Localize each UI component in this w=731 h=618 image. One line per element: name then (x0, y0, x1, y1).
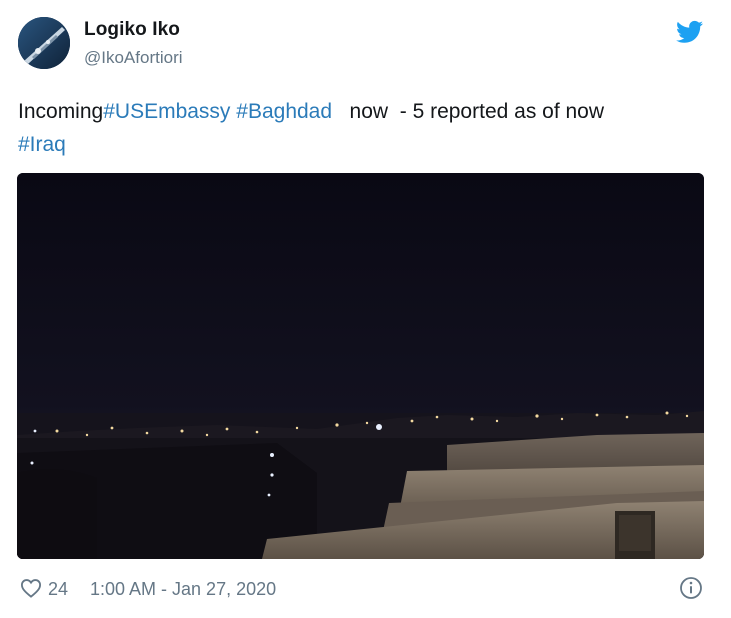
tweet-text-part: Incoming (18, 100, 104, 123)
like-count[interactable]: 24 (48, 579, 68, 600)
tweet-media-video[interactable] (17, 173, 704, 559)
hashtag-link[interactable]: #USEmbassy (103, 100, 230, 123)
display-name[interactable]: Logiko Iko (84, 19, 180, 41)
user-handle[interactable]: @IkoAfortiori (84, 48, 183, 68)
tweet-footer: 24 1:00 AM - Jan 27, 2020 (18, 575, 708, 603)
info-icon[interactable] (679, 576, 703, 600)
night-city-skyline-image (17, 173, 704, 559)
tweet-text-part: now - 5 reported as of now (332, 100, 605, 123)
tweet-timestamp[interactable]: 1:00 AM - Jan 27, 2020 (90, 579, 276, 600)
heart-icon[interactable] (20, 578, 42, 598)
hashtag-link[interactable]: #Iraq (18, 133, 66, 156)
avatar[interactable] (18, 17, 70, 69)
avatar-image (18, 17, 70, 69)
hashtag-link[interactable]: #Baghdad (236, 100, 332, 123)
twitter-bird-icon[interactable] (676, 20, 703, 44)
tweet-text: Incoming#USEmbassy #Baghdad now - 5 repo… (18, 95, 708, 161)
